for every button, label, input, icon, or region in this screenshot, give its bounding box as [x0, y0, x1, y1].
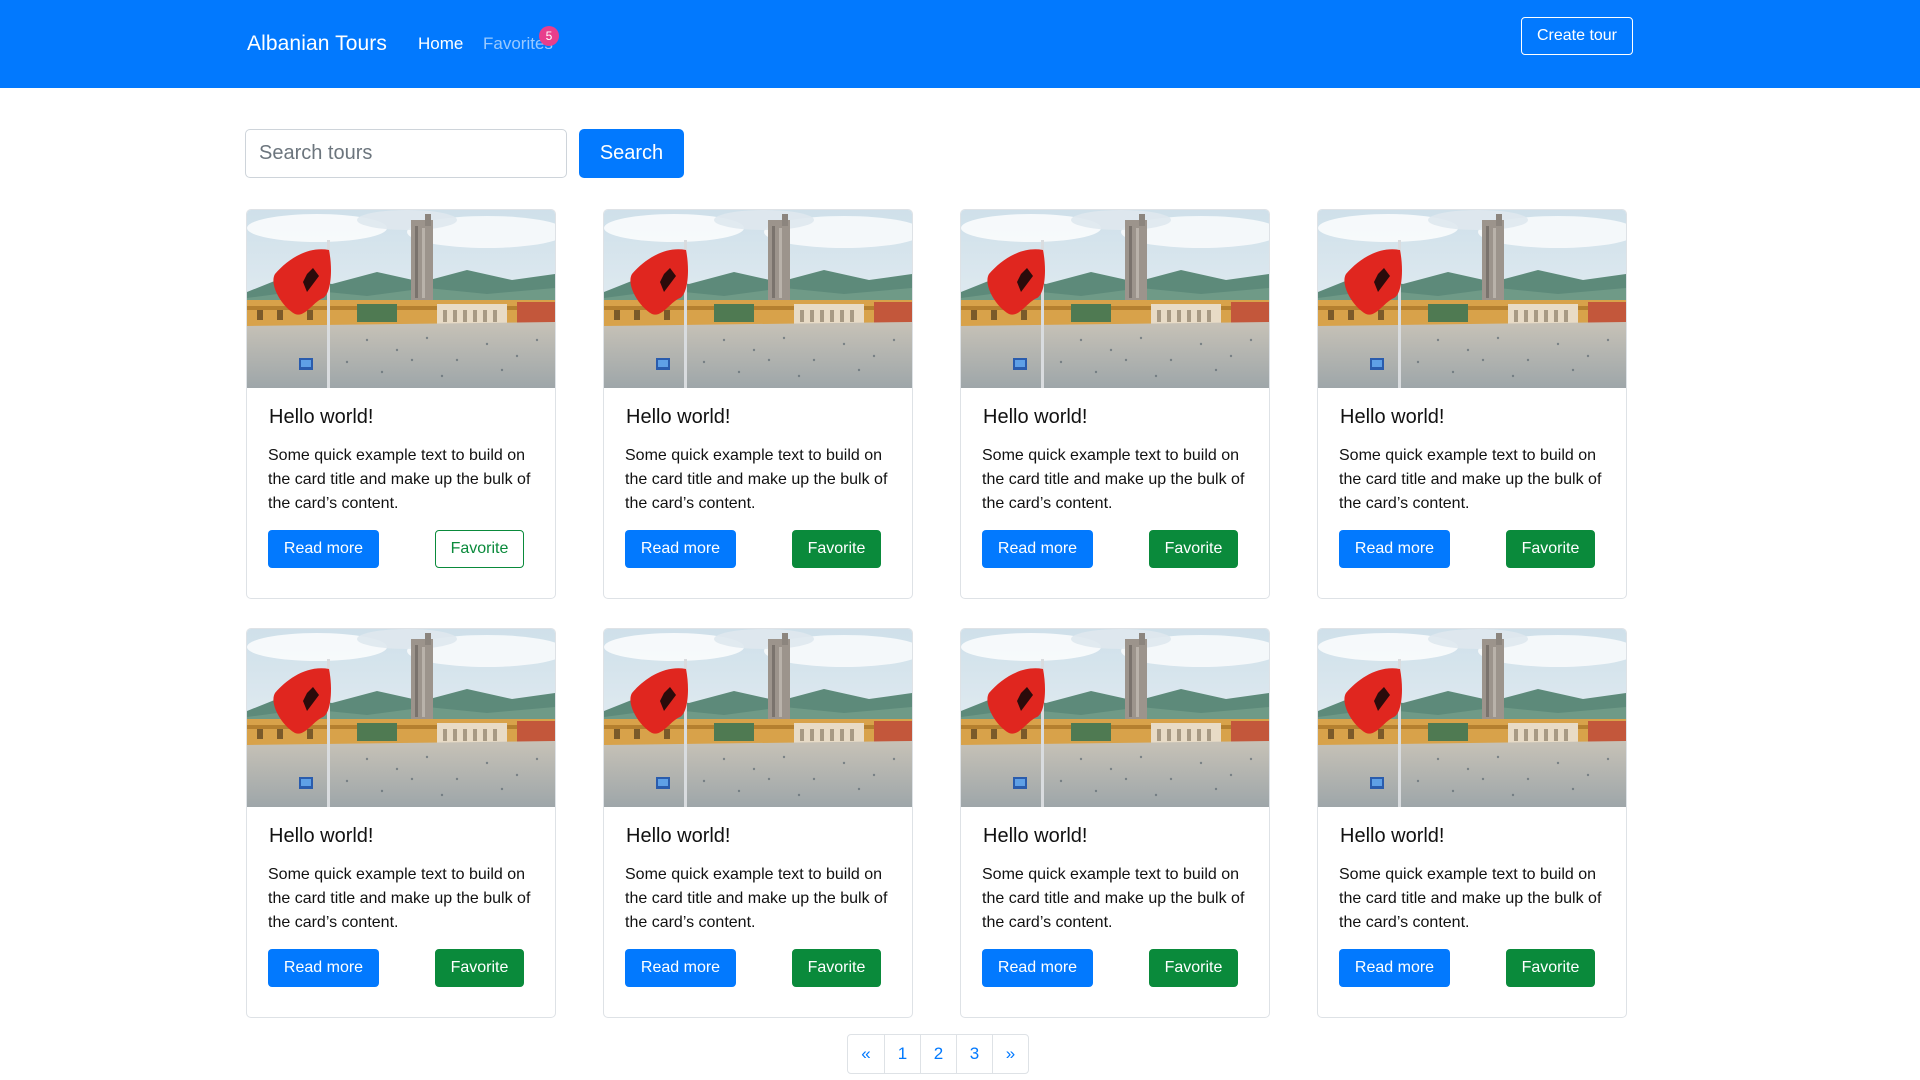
- navbar: Albanian Tours Home Favorites 5 Create t…: [0, 0, 1920, 88]
- card-text: Some quick example text to build on the …: [625, 866, 888, 931]
- nav-home-link[interactable]: Home: [418, 34, 463, 54]
- favorite-button[interactable]: Favorite: [1149, 949, 1238, 987]
- brand-logo[interactable]: Albanian Tours: [247, 32, 387, 56]
- card-title: Hello world!: [626, 406, 731, 428]
- card-image: [604, 210, 912, 388]
- tirana-square-photo: [604, 629, 912, 807]
- read-more-button[interactable]: Read more: [1339, 949, 1450, 987]
- tirana-square-photo: [247, 629, 555, 807]
- favorite-button[interactable]: Favorite: [1506, 949, 1595, 987]
- read-more-button[interactable]: Read more: [1339, 530, 1450, 568]
- pagination: « 1 2 3 »: [847, 1034, 1029, 1074]
- card-image: [247, 210, 555, 388]
- tirana-square-photo: [961, 629, 1269, 807]
- tour-card: Hello world! Some quick example text to …: [603, 209, 913, 599]
- card-text: Some quick example text to build on the …: [982, 447, 1245, 512]
- tirana-square-photo: [961, 210, 1269, 388]
- card-title: Hello world!: [626, 825, 731, 847]
- card-title: Hello world!: [1340, 406, 1445, 428]
- search-button[interactable]: Search: [579, 129, 684, 178]
- card-title: Hello world!: [1340, 825, 1445, 847]
- read-more-button[interactable]: Read more: [982, 530, 1093, 568]
- pagination-page-3[interactable]: 3: [956, 1035, 992, 1073]
- read-more-button[interactable]: Read more: [982, 949, 1093, 987]
- card-title: Hello world!: [269, 825, 374, 847]
- pagination-page-2[interactable]: 2: [920, 1035, 956, 1073]
- favorite-button[interactable]: Favorite: [1506, 530, 1595, 568]
- card-image: [604, 629, 912, 807]
- favorite-button[interactable]: Favorite: [1149, 530, 1238, 568]
- search-input[interactable]: [245, 129, 567, 178]
- card-image: [1318, 210, 1626, 388]
- card-text: Some quick example text to build on the …: [1339, 866, 1602, 931]
- tour-card: Hello world! Some quick example text to …: [246, 209, 556, 599]
- tirana-square-photo: [1318, 210, 1626, 388]
- pagination-prev[interactable]: «: [848, 1035, 884, 1073]
- tour-card: Hello world! Some quick example text to …: [960, 628, 1270, 1018]
- read-more-button[interactable]: Read more: [268, 530, 379, 568]
- tirana-square-photo: [247, 210, 555, 388]
- read-more-button[interactable]: Read more: [268, 949, 379, 987]
- card-image: [247, 629, 555, 807]
- card-text: Some quick example text to build on the …: [1339, 447, 1602, 512]
- tirana-square-photo: [1318, 629, 1626, 807]
- tour-card: Hello world! Some quick example text to …: [1317, 628, 1627, 1018]
- card-title: Hello world!: [983, 406, 1088, 428]
- tirana-square-photo: [604, 210, 912, 388]
- pagination-next[interactable]: »: [992, 1035, 1028, 1073]
- card-title: Hello world!: [269, 406, 374, 428]
- card-image: [1318, 629, 1626, 807]
- card-text: Some quick example text to build on the …: [268, 866, 531, 931]
- card-title: Hello world!: [983, 825, 1088, 847]
- read-more-button[interactable]: Read more: [625, 949, 736, 987]
- read-more-button[interactable]: Read more: [625, 530, 736, 568]
- tour-card: Hello world! Some quick example text to …: [246, 628, 556, 1018]
- favorites-count-badge: 5: [539, 26, 559, 46]
- tour-card: Hello world! Some quick example text to …: [603, 628, 913, 1018]
- favorite-button[interactable]: Favorite: [792, 949, 881, 987]
- create-tour-button[interactable]: Create tour: [1521, 17, 1633, 55]
- favorite-button[interactable]: Favorite: [435, 949, 524, 987]
- card-text: Some quick example text to build on the …: [268, 447, 531, 512]
- favorite-button[interactable]: Favorite: [435, 530, 524, 568]
- favorite-button[interactable]: Favorite: [792, 530, 881, 568]
- card-image: [961, 210, 1269, 388]
- tour-card: Hello world! Some quick example text to …: [960, 209, 1270, 599]
- card-text: Some quick example text to build on the …: [625, 447, 888, 512]
- card-text: Some quick example text to build on the …: [982, 866, 1245, 931]
- card-image: [961, 629, 1269, 807]
- pagination-page-1[interactable]: 1: [884, 1035, 920, 1073]
- tour-card: Hello world! Some quick example text to …: [1317, 209, 1627, 599]
